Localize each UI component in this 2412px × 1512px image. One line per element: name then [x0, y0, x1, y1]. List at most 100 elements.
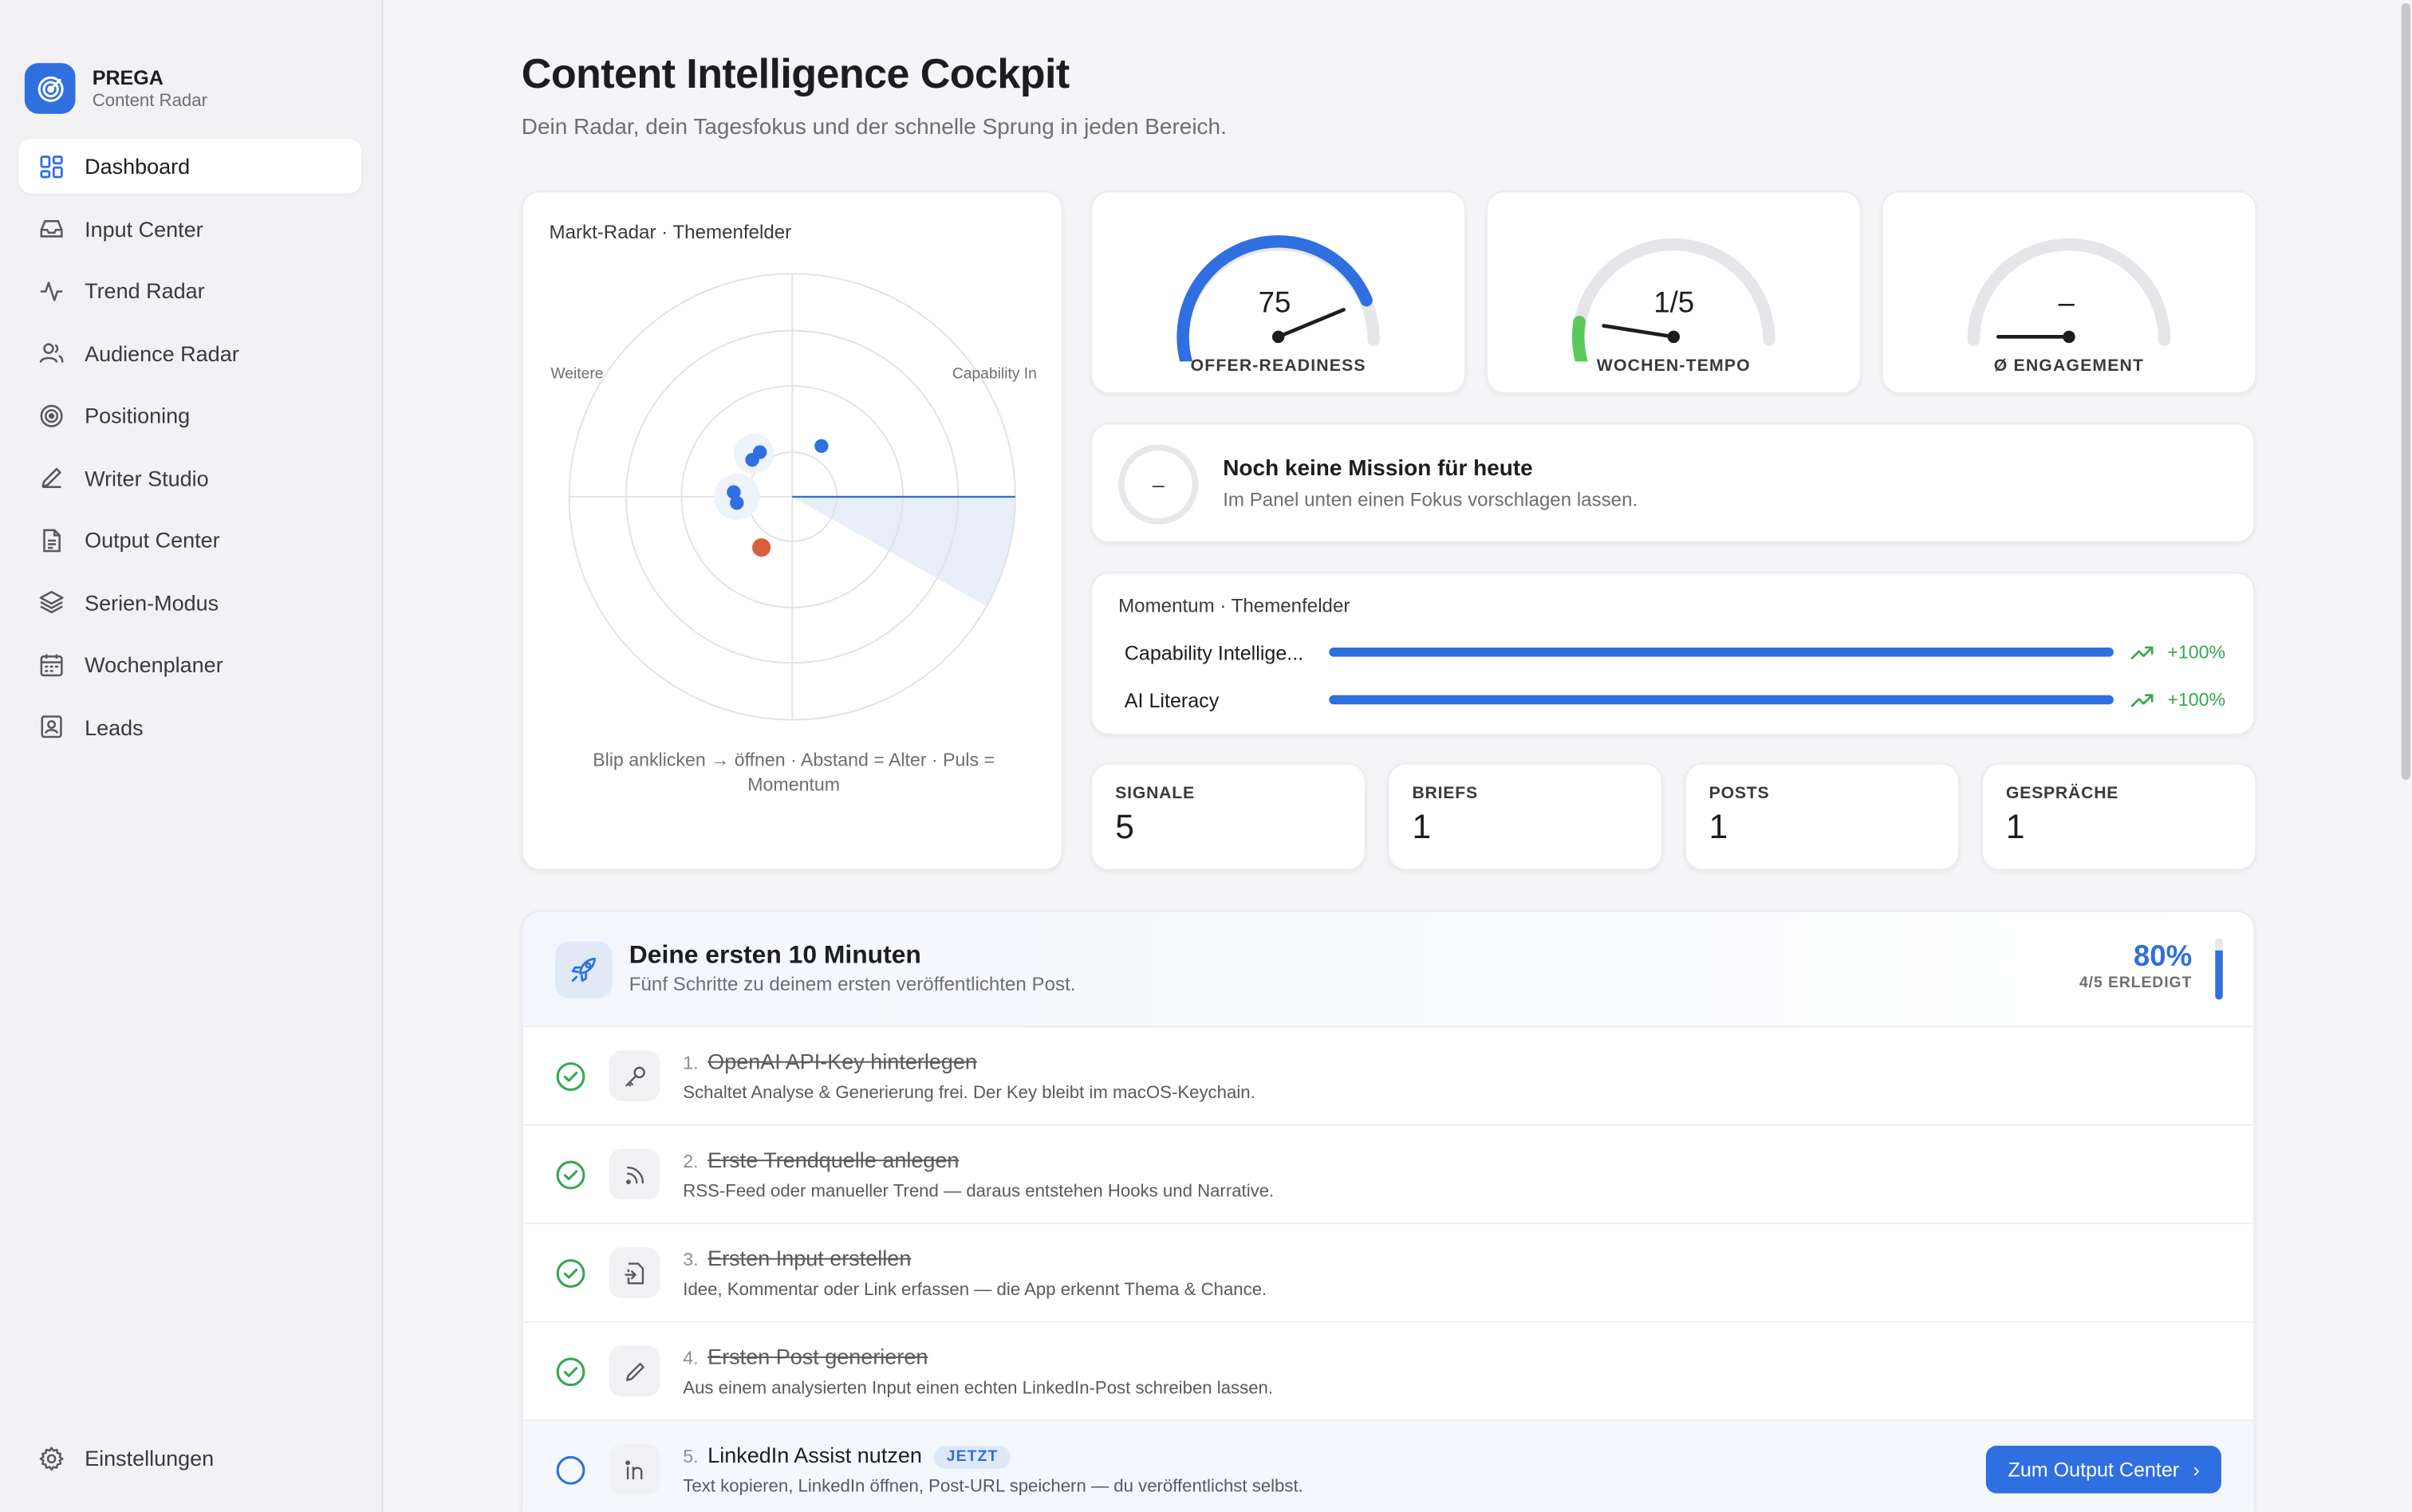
pen-icon [38, 464, 65, 490]
grid-icon [38, 153, 65, 179]
sidebar-item-trend-radar[interactable]: Trend Radar [18, 263, 361, 318]
stat-label: BRIEFS [1412, 784, 1478, 803]
file-import-icon [609, 1247, 660, 1298]
sidebar-item-wochenplaner[interactable]: Wochenplaner [18, 636, 361, 691]
onboarding-step[interactable]: 1. OpenAI API-Key hinterlegen Schaltet An… [522, 1027, 2254, 1126]
step-description: Aus einem analysierten Input einen echte… [683, 1379, 1274, 1399]
stat-card-gespraeche[interactable]: GESPRÄCHE 1 [1981, 762, 2257, 871]
check-circle-icon [556, 1357, 585, 1387]
linkedin-icon [609, 1443, 660, 1495]
onboarding-done-count: 4/5 ERLEDIGT [2079, 975, 2193, 992]
sidebar: PREGA Content Radar Dashboard Input Cent… [0, 0, 384, 1512]
radar-blip[interactable] [814, 439, 829, 453]
step-description: Schaltet Analyse & Generierung frei. Der… [683, 1084, 1255, 1103]
stat-value: 5 [1115, 807, 1134, 846]
sidebar-item-output-center[interactable]: Output Center [18, 512, 361, 567]
gauge-hub [1667, 330, 1681, 344]
page-title: Content Intelligence Cockpit [521, 50, 1070, 97]
stat-card-signale[interactable]: SIGNALE 5 [1090, 762, 1366, 871]
stat-card-posts[interactable]: POSTS 1 [1684, 762, 1961, 871]
radar-caption: Blip anklicken → öffnen · Abstand = Alte… [593, 749, 995, 796]
gauge-label: Ø ENGAGEMENT [1993, 356, 2145, 376]
gauge-wochen-tempo: 1/5 WOCHEN-TEMPO [1486, 191, 1862, 394]
step-number: 5. [683, 1445, 699, 1467]
radar-label-bottom: AI Literacy [756, 730, 829, 746]
sidebar-item-positioning[interactable]: Positioning [18, 388, 361, 443]
onboarding-step[interactable]: 2. Erste Trendquelle anlegen RSS-Feed ode… [522, 1126, 2254, 1225]
rss-icon [609, 1148, 660, 1200]
sidebar-item-label: Wochenplaner [85, 652, 223, 677]
momentum-row[interactable]: AI Literacy +100% [1125, 684, 2233, 715]
momentum-bar-fill [1329, 647, 2114, 657]
onboarding-card: Deine ersten 10 Minuten Fünf Schritte zu… [521, 910, 2256, 1512]
sidebar-item-label: Writer Studio [85, 465, 209, 490]
gauge-hub [1271, 330, 1285, 344]
sidebar-item-dashboard[interactable]: Dashboard [18, 138, 362, 195]
mission-title: Noch keine Mission für heute [1223, 456, 1533, 482]
gauge-value: 1/5 [1653, 287, 1695, 321]
rocket-icon [555, 941, 613, 998]
onboarding-title: Deine ersten 10 Minuten [629, 941, 921, 970]
gauge-chart [1967, 238, 2171, 346]
radar-blip[interactable] [745, 452, 759, 467]
market-radar-card: Markt-Radar · Themenfelder Weitere Capab… [521, 191, 1063, 871]
target-icon [38, 402, 65, 428]
onboarding-header: Deine ersten 10 Minuten Fünf Schritte zu… [522, 912, 2254, 1028]
radar-label-left: Weitere [550, 365, 603, 382]
sidebar-item-label: Einstellungen [85, 1445, 215, 1471]
inbox-icon [38, 215, 65, 242]
onboarding-subtitle: Fünf Schritte zu deinem ersten veröffent… [629, 973, 1076, 995]
step-title: Ersten Post generieren [707, 1344, 928, 1369]
onboarding-step-current[interactable]: 5. LinkedIn Assist nutzen JETZT Text kopie… [522, 1421, 2254, 1512]
sidebar-item-serien-modus[interactable]: Serien-Modus [18, 574, 361, 629]
gauge-label: WOCHEN-TEMPO [1596, 356, 1751, 376]
stat-card-briefs[interactable]: BRIEFS 1 [1387, 762, 1663, 871]
onboarding-step[interactable]: 4. Ersten Post generieren Aus einem analy… [522, 1323, 2254, 1422]
radar-blip[interactable] [730, 495, 744, 510]
mission-progress-ring: – [1118, 444, 1199, 525]
sidebar-item-einstellungen[interactable]: Einstellungen [18, 1431, 361, 1486]
radar-sweep [792, 496, 1015, 606]
mission-subtitle: Im Panel unten einen Fokus vorschlagen l… [1223, 489, 1638, 511]
radar-blip-highlight[interactable] [752, 538, 771, 557]
sidebar-item-label: Trend Radar [85, 278, 205, 303]
momentum-value: +100% [2167, 641, 2226, 663]
sidebar-nav: Dashboard Input Center Trend Radar Audie… [18, 138, 362, 762]
step-title: Ersten Input erstellen [707, 1246, 912, 1271]
sidebar-item-label: Output Center [85, 527, 220, 553]
stat-label: POSTS [1708, 784, 1770, 803]
step-title: Erste Trendquelle anlegen [707, 1147, 960, 1172]
sidebar-item-audience-radar[interactable]: Audience Radar [18, 325, 361, 380]
gauge-offer-readiness: 75 OFFER-READINESS [1090, 191, 1466, 394]
momentum-bar-fill [1329, 695, 2114, 705]
momentum-topic: AI Literacy [1124, 688, 1220, 711]
stat-label: SIGNALE [1115, 784, 1195, 803]
brand: PREGA Content Radar [24, 63, 207, 114]
radar-chart: Weitere Capability In AI Literacy [550, 273, 1037, 746]
scrollbar[interactable] [2401, 2, 2411, 780]
gauge-needle [1602, 324, 1676, 339]
stat-value: 1 [1708, 807, 1728, 846]
mission-card[interactable]: – Noch keine Mission für heute Im Panel … [1090, 423, 2256, 543]
step-number: 4. [683, 1347, 699, 1369]
sidebar-item-label: Serien-Modus [85, 589, 219, 615]
onboarding-step[interactable]: 3. Ersten Input erstellen Idee, Kommentar… [522, 1224, 2254, 1323]
output-center-button[interactable]: Zum Output Center › [1986, 1445, 2221, 1494]
check-circle-icon [556, 1160, 585, 1190]
sidebar-item-input-center[interactable]: Input Center [18, 201, 361, 256]
key-icon [609, 1050, 660, 1101]
sidebar-item-writer-studio[interactable]: Writer Studio [18, 450, 361, 505]
trend-up-icon [2130, 646, 2154, 660]
momentum-row[interactable]: Capability Intellige... +100% [1125, 636, 2233, 667]
gauge-engagement: – Ø ENGAGEMENT [1881, 191, 2257, 394]
momentum-card: Momentum · Themenfelder Capability Intel… [1090, 572, 2256, 735]
sidebar-item-leads[interactable]: Leads [18, 699, 361, 754]
empty-circle-icon [556, 1455, 585, 1485]
gauge-chart [1572, 238, 1776, 362]
document-icon [38, 527, 65, 553]
sidebar-item-label: Input Center [85, 215, 203, 241]
step-description: Idee, Kommentar oder Link erfassen — die… [683, 1281, 1267, 1300]
now-badge: JETZT [934, 1445, 1011, 1469]
page-subtitle: Dein Radar, dein Tagesfokus und der schn… [521, 115, 1227, 140]
stat-label: GESPRÄCHE [2005, 784, 2119, 803]
